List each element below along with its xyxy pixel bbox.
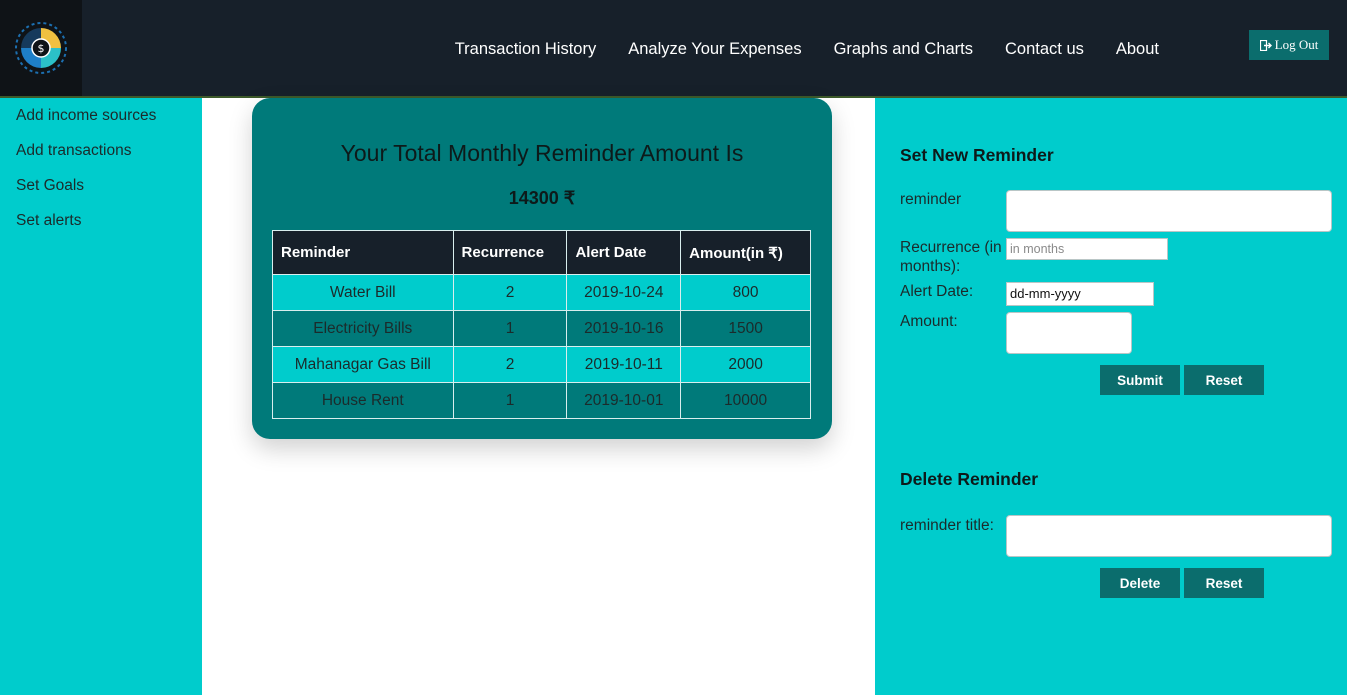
- delete-reminder-title: Delete Reminder: [900, 469, 1039, 489]
- cell-alert-date: 2019-10-01: [566, 382, 682, 419]
- reminder-label: reminder: [900, 191, 962, 208]
- reset-delete-button[interactable]: Reset: [1184, 568, 1264, 598]
- cell-amount: 800: [680, 274, 811, 311]
- reminders-table: Reminder Recurrence Alert Date Amount(in…: [272, 230, 811, 419]
- table-row: Mahanagar Gas Bill 2 2019-10-11 2000: [272, 346, 811, 383]
- cell-reminder: Water Bill: [272, 274, 454, 311]
- sidebar-item-set-alerts[interactable]: Set alerts: [16, 212, 81, 230]
- nav-about[interactable]: About: [1116, 40, 1159, 59]
- reminder-forms-panel: Set New Reminder reminder Recurrence (in…: [875, 98, 1347, 695]
- col-header-amount: Amount(in ₹): [680, 230, 811, 275]
- sidebar-item-set-goals[interactable]: Set Goals: [16, 177, 84, 195]
- logout-button[interactable]: Log Out: [1249, 30, 1329, 60]
- cell-reminder: House Rent: [272, 382, 454, 419]
- cell-amount: 2000: [680, 346, 811, 383]
- alert-date-label: Alert Date:: [900, 283, 974, 300]
- cell-reminder: Electricity Bills: [272, 310, 454, 347]
- col-header-reminder: Reminder: [272, 230, 454, 275]
- cell-amount: 1500: [680, 310, 811, 347]
- sidebar: Add income sources Add transactions Set …: [0, 98, 202, 695]
- top-navbar: $ Transaction History Analyze Your Expen…: [0, 0, 1347, 98]
- nav-graphs-charts[interactable]: Graphs and Charts: [834, 40, 973, 59]
- col-header-recurrence: Recurrence: [452, 230, 568, 275]
- cell-recurrence: 2: [452, 274, 568, 311]
- cell-alert-date: 2019-10-16: [566, 310, 682, 347]
- set-new-reminder-title: Set New Reminder: [900, 145, 1054, 165]
- table-row: Electricity Bills 1 2019-10-16 1500: [272, 310, 811, 347]
- reset-new-button[interactable]: Reset: [1184, 365, 1264, 395]
- amount-input[interactable]: [1006, 312, 1132, 354]
- cell-recurrence: 1: [452, 382, 568, 419]
- sidebar-item-add-transactions[interactable]: Add transactions: [16, 142, 131, 160]
- app-logo[interactable]: $: [0, 0, 82, 96]
- logout-label: Log Out: [1274, 37, 1319, 52]
- table-header-row: Reminder Recurrence Alert Date Amount(in…: [272, 230, 811, 275]
- col-header-alert-date: Alert Date: [566, 230, 682, 275]
- submit-button[interactable]: Submit: [1100, 365, 1180, 395]
- reminder-title-label: reminder title:: [900, 517, 994, 534]
- reminder-summary-card: Your Total Monthly Reminder Amount Is 14…: [252, 98, 832, 439]
- cell-alert-date: 2019-10-11: [566, 346, 682, 383]
- table-row: House Rent 1 2019-10-01 10000: [272, 382, 811, 419]
- cell-reminder: Mahanagar Gas Bill: [272, 346, 454, 383]
- money-chart-logo-icon: $: [15, 22, 67, 74]
- recurrence-label: Recurrence (in months):: [900, 239, 1002, 275]
- nav-contact-us[interactable]: Contact us: [1005, 40, 1084, 59]
- cell-alert-date: 2019-10-24: [566, 274, 682, 311]
- cell-amount: 10000: [680, 382, 811, 419]
- svg-text:$: $: [38, 42, 45, 55]
- summary-amount: 14300 ₹: [508, 188, 576, 208]
- nav-transaction-history[interactable]: Transaction History: [455, 40, 597, 59]
- reminder-title-input[interactable]: [1006, 515, 1332, 557]
- cell-recurrence: 1: [452, 310, 568, 347]
- alert-date-input[interactable]: dd-mm-yyyy: [1006, 282, 1154, 306]
- summary-title: Your Total Monthly Reminder Amount Is: [340, 140, 744, 166]
- sign-out-icon: [1259, 39, 1272, 51]
- delete-button[interactable]: Delete: [1100, 568, 1180, 598]
- sidebar-item-add-income[interactable]: Add income sources: [16, 107, 156, 125]
- nav-analyze-expenses[interactable]: Analyze Your Expenses: [628, 40, 801, 59]
- recurrence-input[interactable]: [1006, 238, 1168, 260]
- nav-links: Transaction History Analyze Your Expense…: [423, 40, 1159, 59]
- amount-label: Amount:: [900, 313, 958, 330]
- reminder-input[interactable]: [1006, 190, 1332, 232]
- table-row: Water Bill 2 2019-10-24 800: [272, 274, 811, 311]
- cell-recurrence: 2: [452, 346, 568, 383]
